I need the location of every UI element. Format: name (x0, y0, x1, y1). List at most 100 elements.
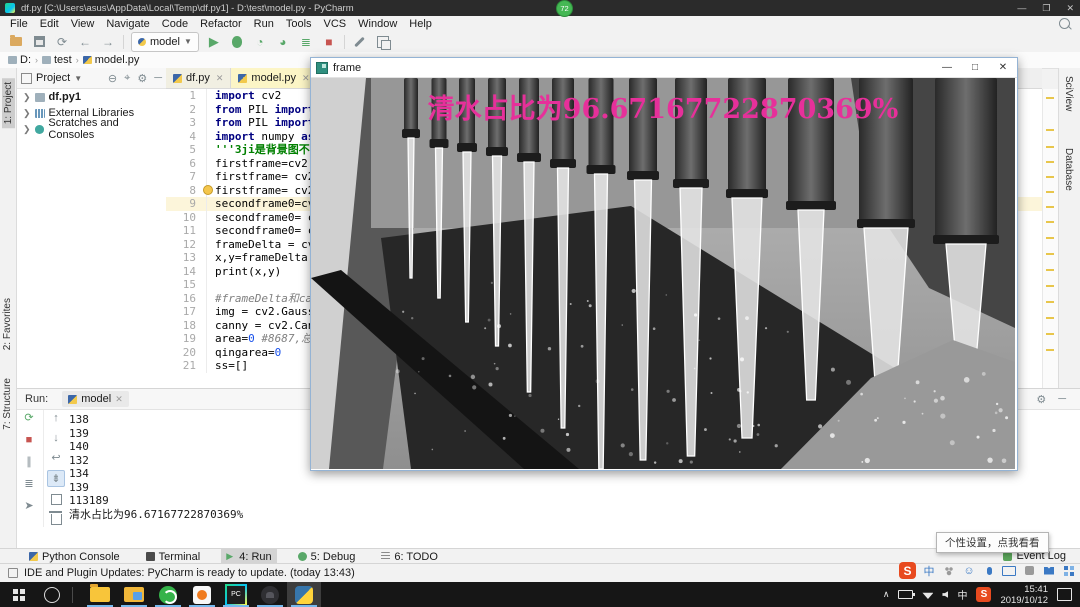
wrench-icon[interactable] (352, 34, 368, 50)
maximize-button[interactable]: □ (961, 62, 989, 73)
opencv-frame-window[interactable]: frame — □ ✕ (310, 57, 1018, 471)
clock[interactable]: 15:41 2019/10/12 (1000, 584, 1048, 606)
error-stripe-mark[interactable] (1046, 206, 1054, 208)
scroll-to-end-icon[interactable]: ⇟ (47, 470, 65, 487)
menu-help[interactable]: Help (403, 18, 438, 30)
taskbar-pycharm[interactable]: PC (219, 582, 253, 607)
menu-vcs[interactable]: VCS (318, 18, 353, 30)
tree-item-project-root[interactable]: ❯ df.py1 (17, 89, 166, 105)
breadcrumb-item-file[interactable]: model.py (83, 54, 140, 66)
start-button[interactable] (0, 582, 38, 607)
tool-button-sciview[interactable]: SciView (1063, 76, 1074, 111)
sync-icon[interactable]: ⟳ (54, 34, 70, 50)
taskbar-360-browser[interactable] (151, 582, 185, 607)
tab-todo[interactable]: 6: TODO (376, 549, 443, 564)
error-stripe-mark[interactable] (1046, 191, 1054, 193)
maximize-button[interactable]: ❐ (1042, 3, 1050, 14)
skin-icon[interactable] (1042, 564, 1056, 578)
tab-run[interactable]: ▶ 4: Run (221, 549, 276, 564)
menu-navigate[interactable]: Navigate (100, 18, 155, 30)
tree-item-scratches[interactable]: ❯ Scratches and Consoles (17, 121, 166, 137)
rerun-icon[interactable]: ⟳ (21, 410, 37, 425)
editor-error-stripe[interactable] (1042, 89, 1058, 388)
hide-panel-icon[interactable]: ─ (1058, 393, 1066, 406)
tool-button-favorites[interactable]: 2: Favorites (2, 298, 13, 350)
error-stripe-mark[interactable] (1046, 146, 1054, 148)
close-icon[interactable]: ✕ (216, 73, 224, 84)
error-stripe-mark[interactable] (1046, 221, 1054, 223)
restore-layout-icon[interactable]: ≣ (21, 476, 37, 491)
notification-center-icon[interactable] (1057, 588, 1072, 601)
cortana-button[interactable] (44, 587, 60, 603)
collapse-all-icon[interactable]: ⊖ (108, 72, 117, 85)
error-stripe-mark[interactable] (1046, 97, 1054, 99)
intention-bulb-icon[interactable] (203, 185, 213, 195)
breadcrumb-item-folder[interactable]: test (42, 54, 72, 66)
close-icon[interactable]: ✕ (115, 394, 123, 405)
error-stripe-mark[interactable] (1046, 333, 1054, 335)
sogou-tray-icon[interactable]: S (976, 587, 991, 602)
run-configuration-chooser[interactable]: model ▼ (131, 32, 199, 52)
minimize-button[interactable]: — (933, 62, 961, 73)
pin-icon[interactable]: ➤ (21, 498, 37, 513)
taskbar-python[interactable] (287, 582, 321, 607)
search-icon[interactable] (1059, 18, 1070, 29)
coverage-button[interactable]: ◔ (252, 34, 268, 50)
gear-icon[interactable]: ⚙ (1036, 393, 1046, 406)
close-icon[interactable]: ✕ (302, 73, 310, 84)
error-stripe-mark[interactable] (1046, 317, 1054, 319)
clear-console-icon[interactable] (48, 512, 64, 527)
back-icon[interactable]: ← (77, 34, 93, 50)
sogou-logo-icon[interactable]: S (899, 562, 916, 579)
chevron-down-icon[interactable]: ▼ (74, 74, 82, 83)
run-with-button[interactable]: ≣ (298, 34, 314, 50)
input-mode-icon[interactable]: 中 (922, 564, 936, 578)
gear-icon[interactable]: ⚙ (137, 72, 147, 85)
error-stripe-mark[interactable] (1046, 285, 1054, 287)
run-console-output[interactable]: 139137138139140132134139113189清水占比为96.67… (69, 396, 243, 521)
error-stripe-mark[interactable] (1046, 301, 1054, 303)
menu-refactor[interactable]: Refactor (194, 18, 248, 30)
close-button[interactable]: ✕ (989, 62, 1017, 73)
tool-button-database[interactable]: Database (1063, 148, 1074, 191)
tab-model-py[interactable]: model.py ✕ (231, 68, 317, 88)
status-icon[interactable] (8, 568, 18, 578)
tab-python-console[interactable]: Python Console (24, 549, 125, 564)
save-icon[interactable] (31, 34, 47, 50)
tool-button-structure[interactable]: 7: Structure (2, 378, 13, 430)
taskbar-netdisk[interactable] (117, 582, 151, 607)
frame-title-bar[interactable]: frame — □ ✕ (311, 58, 1017, 78)
tab-debug[interactable]: 5: Debug (293, 549, 361, 564)
menu-edit[interactable]: Edit (34, 18, 65, 30)
run-button[interactable]: ▶ (206, 34, 222, 50)
error-stripe-mark[interactable] (1046, 237, 1054, 239)
virtual-keyboard-icon[interactable] (1002, 564, 1016, 578)
error-stripe-mark[interactable] (1046, 269, 1054, 271)
up-stack-icon[interactable]: ↑ (48, 410, 64, 425)
input-language-indicator[interactable]: 中 (957, 587, 967, 602)
chevron-right-icon[interactable]: ❯ (23, 92, 31, 103)
stop-icon[interactable]: ■ (21, 432, 37, 447)
error-stripe-mark[interactable] (1046, 349, 1054, 351)
debug-button[interactable] (229, 34, 245, 50)
handwriting-icon[interactable] (1022, 564, 1036, 578)
status-message[interactable]: IDE and Plugin Updates: PyCharm is ready… (24, 567, 355, 579)
pause-icon[interactable]: ∥ (21, 454, 37, 469)
tool-button-project[interactable]: 1: Project (2, 78, 15, 128)
tab-df-py[interactable]: df.py ✕ (166, 68, 231, 88)
sogou-toolbox-icon[interactable] (1062, 564, 1076, 578)
forward-icon[interactable]: → (100, 34, 116, 50)
volume-icon[interactable] (942, 591, 948, 598)
close-button[interactable]: ✕ (1066, 3, 1074, 14)
menu-tools[interactable]: Tools (280, 18, 318, 30)
error-stripe-mark[interactable] (1046, 253, 1054, 255)
open-icon[interactable] (8, 34, 24, 50)
error-stripe-mark[interactable] (1046, 161, 1054, 163)
soft-wrap-icon[interactable]: ↩ (48, 450, 64, 465)
locate-file-icon[interactable]: ⌖ (124, 72, 130, 85)
voice-icon[interactable] (982, 564, 996, 578)
error-stripe-mark[interactable] (1046, 176, 1054, 178)
battery-icon[interactable] (898, 590, 913, 599)
menu-window[interactable]: Window (352, 18, 403, 30)
chevron-right-icon[interactable]: ❯ (23, 108, 31, 119)
